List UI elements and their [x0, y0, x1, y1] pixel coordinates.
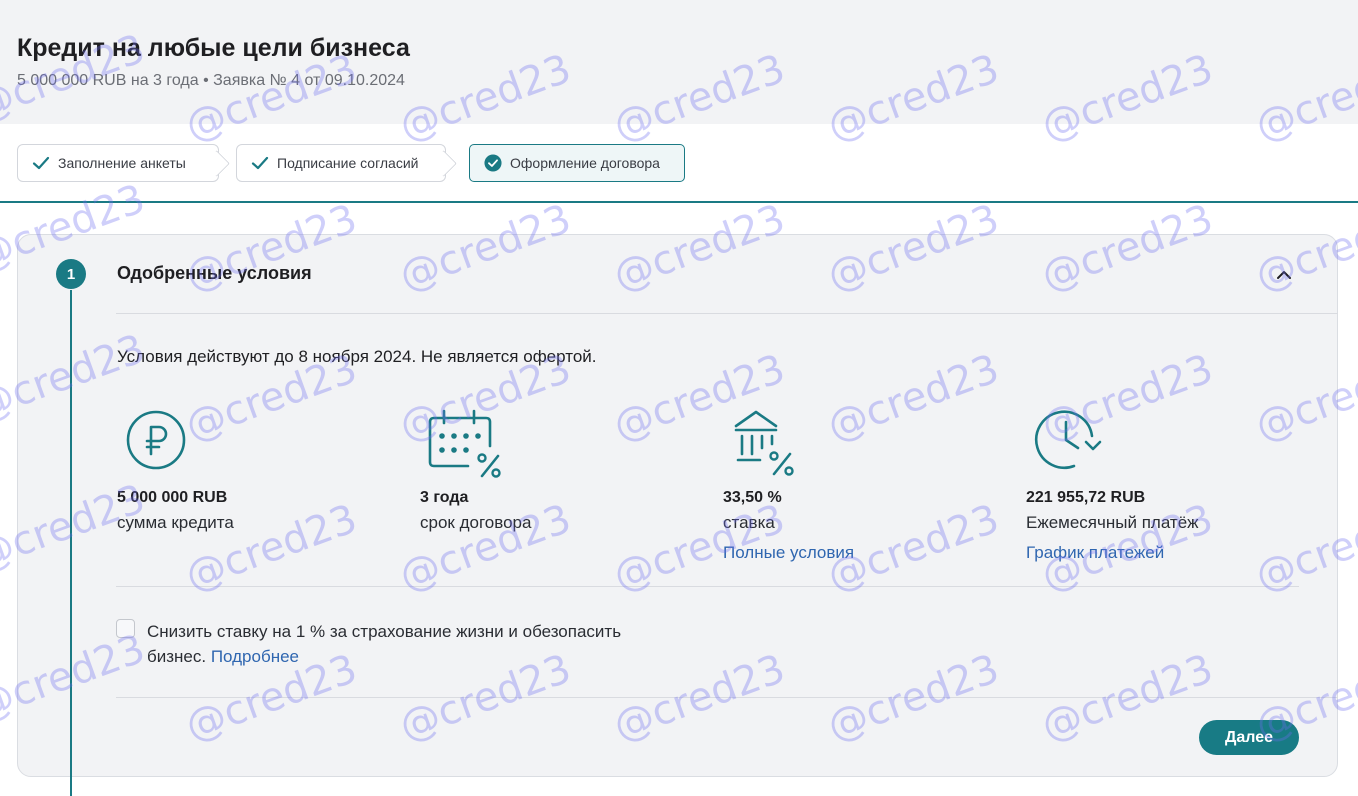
- insurance-checkbox[interactable]: [116, 619, 135, 638]
- insurance-option-text: Снизить ставку на 1 % за страхование жиз…: [147, 619, 667, 669]
- check-circle-icon: [484, 154, 502, 172]
- page-title: Кредит на любые цели бизнеса: [17, 34, 410, 62]
- rate-label: ставка: [723, 513, 775, 532]
- divider: [116, 697, 1338, 698]
- step-label: Подписание согласий: [277, 155, 419, 171]
- insurance-details-link[interactable]: Подробнее: [211, 647, 299, 666]
- validity-note: Условия действуют до 8 ноября 2024. Не я…: [117, 347, 597, 366]
- section-title: Одобренные условия: [117, 263, 312, 283]
- loan-term-label: срок договора: [420, 513, 532, 532]
- rate-value: 33,50 %: [723, 489, 782, 506]
- loan-term-value: 3 года: [420, 489, 469, 506]
- progress-divider: [0, 201, 1358, 203]
- step-label: Заполнение анкеты: [58, 155, 186, 171]
- loan-amount-label: сумма кредита: [117, 513, 234, 532]
- bank-percent-icon: [732, 408, 804, 478]
- check-icon: [251, 154, 269, 172]
- divider: [116, 586, 1299, 587]
- ruble-icon: [124, 408, 196, 478]
- divider: [116, 313, 1338, 314]
- clock-refresh-icon: [1034, 408, 1106, 478]
- section-number-badge: 1: [56, 259, 86, 289]
- calendar-percent-icon: [428, 408, 501, 478]
- loan-amount-value: 5 000 000 RUB: [117, 489, 228, 506]
- next-button[interactable]: Далее: [1199, 720, 1299, 755]
- step-questionnaire[interactable]: Заполнение анкеты: [17, 144, 230, 182]
- chevron-up-icon[interactable]: [1274, 264, 1294, 284]
- step-consents[interactable]: Подписание согласий: [236, 144, 457, 182]
- monthly-payment-label: Ежемесячный платёж: [1026, 513, 1199, 532]
- timeline-line: [70, 290, 72, 796]
- monthly-payment-value: 221 955,72 RUB: [1026, 489, 1146, 506]
- page-subtitle: 5 000 000 RUB на 3 года • Заявка № 4 от …: [17, 72, 405, 89]
- payment-schedule-link[interactable]: График платежей: [1026, 543, 1164, 563]
- step-label: Оформление договора: [510, 155, 660, 171]
- step-contract[interactable]: Оформление договора: [469, 144, 685, 182]
- check-icon: [32, 154, 50, 172]
- full-terms-link[interactable]: Полные условия: [723, 543, 854, 563]
